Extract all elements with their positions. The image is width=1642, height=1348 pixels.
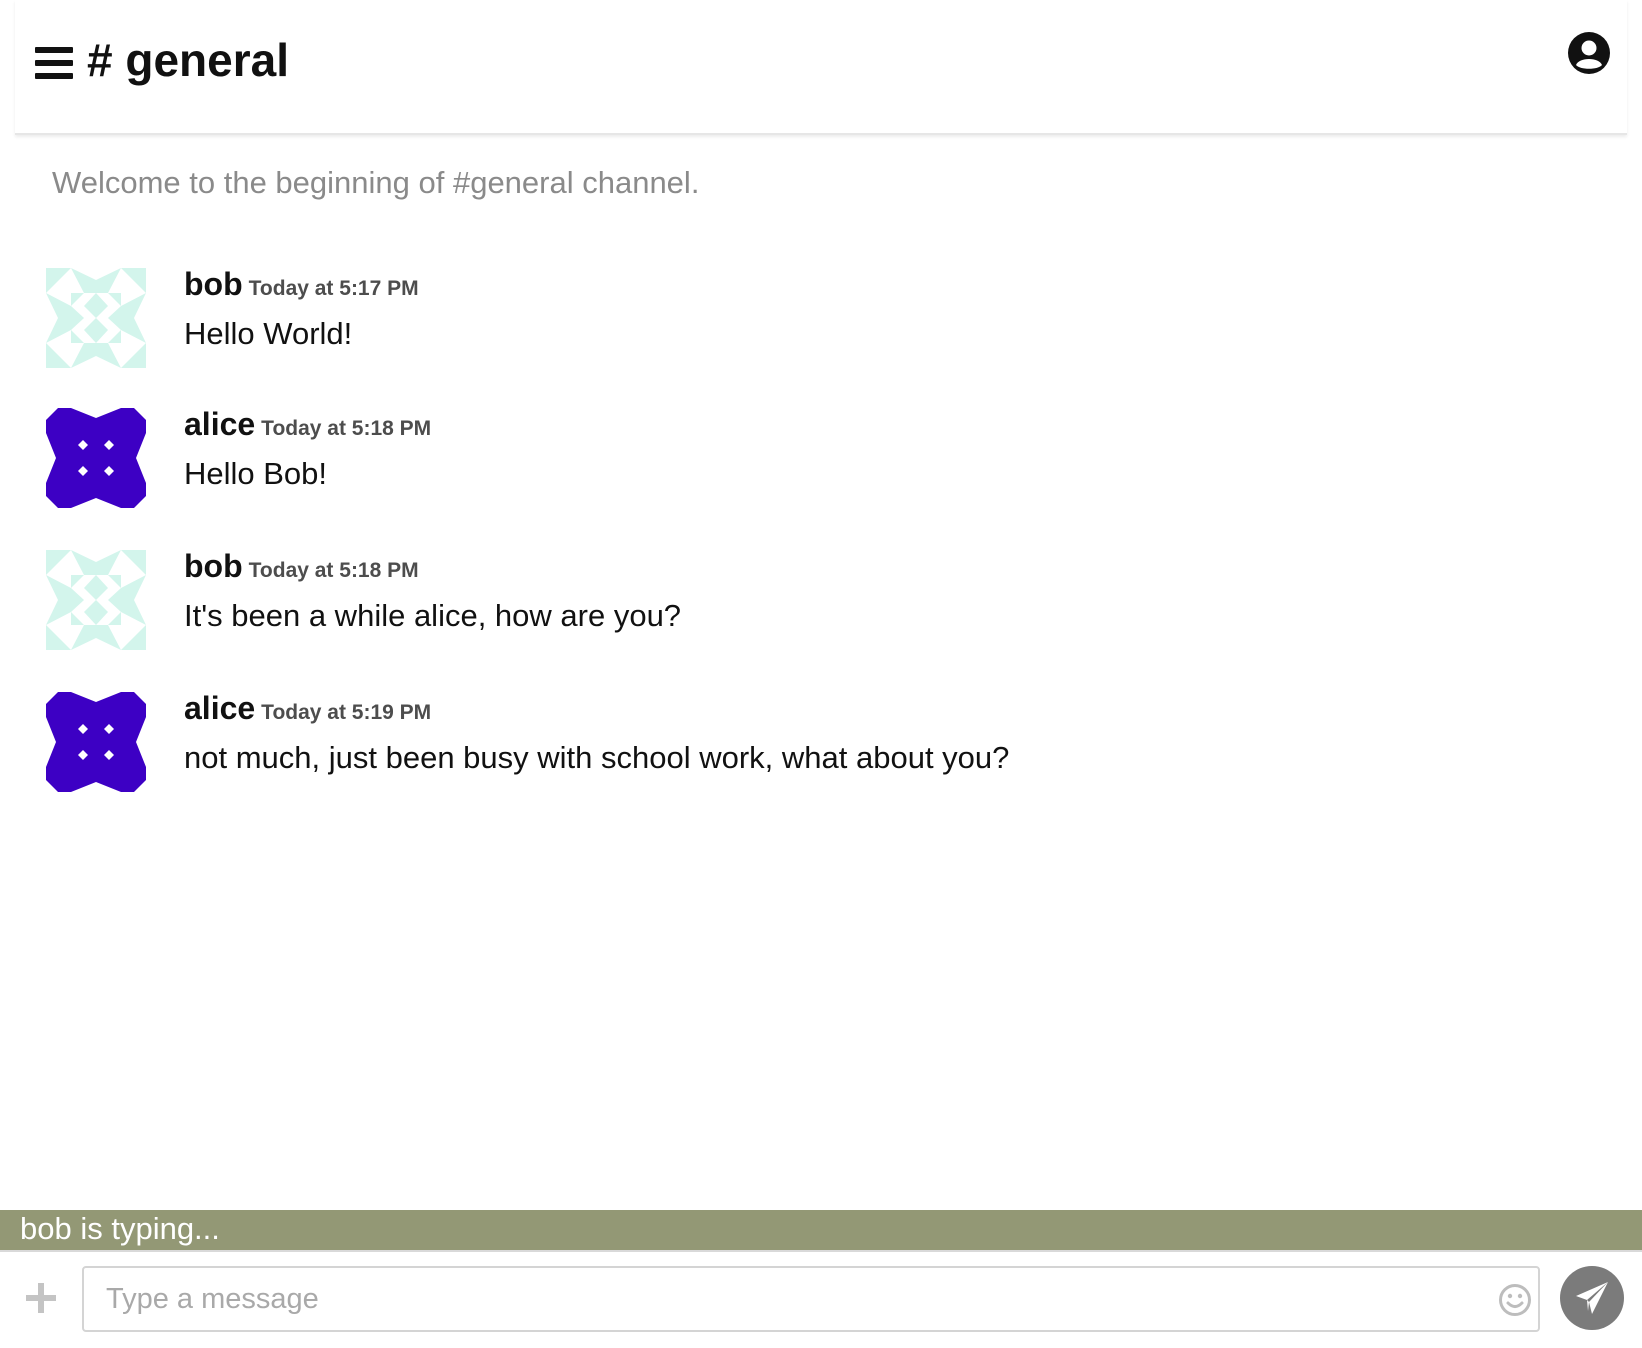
avatar-bob[interactable] — [46, 268, 146, 368]
message-author[interactable]: alice — [184, 690, 255, 726]
paper-plane-icon[interactable] — [1560, 1266, 1624, 1330]
plus-icon-vertical — [38, 1283, 44, 1313]
menu-bar — [35, 47, 73, 53]
message-timestamp: Today at 5:17 PM — [248, 277, 419, 300]
channel-welcome-text: Welcome to the beginning of #general cha… — [52, 165, 700, 200]
menu-bar — [35, 60, 73, 66]
message-item: bob Today at 5:18 PM It's been a while al… — [46, 548, 1546, 652]
typing-indicator-text: bob is typing... — [20, 1211, 220, 1246]
message-author[interactable]: bob — [184, 548, 243, 584]
message-item: alice Today at 5:18 PM Hello Bob! — [46, 406, 1546, 510]
message-header: bob Today at 5:17 PM — [184, 266, 419, 303]
message-timestamp: Today at 5:18 PM — [261, 417, 432, 440]
message-item: bob Today at 5:17 PM Hello World! — [46, 266, 1546, 370]
smiley-icon[interactable] — [1498, 1283, 1532, 1317]
typing-indicator-bar: bob is typing... — [0, 1210, 1642, 1252]
plus-icon[interactable] — [26, 1283, 56, 1313]
avatar-bob[interactable] — [46, 550, 146, 650]
message-text: Hello World! — [184, 316, 353, 351]
message-text: Hello Bob! — [184, 456, 328, 491]
menu-bar — [35, 73, 73, 79]
message-header: bob Today at 5:18 PM — [184, 548, 419, 585]
avatar-alice[interactable] — [46, 408, 146, 508]
message-composer — [82, 1266, 1540, 1332]
message-header: alice Today at 5:19 PM — [184, 690, 431, 727]
message-timestamp: Today at 5:18 PM — [248, 559, 419, 582]
chat-app: # general Welcome to the beginning of #g… — [0, 0, 1642, 1348]
message-header: alice Today at 5:18 PM — [184, 406, 431, 443]
message-text: It's been a while alice, how are you? — [184, 598, 682, 633]
message-text: not much, just been busy with school wor… — [184, 740, 1010, 775]
message-timestamp: Today at 5:19 PM — [261, 701, 432, 724]
message-author[interactable]: bob — [184, 266, 243, 302]
message-author[interactable]: alice — [184, 406, 255, 442]
avatar-alice[interactable] — [46, 692, 146, 792]
message-input[interactable] — [106, 1276, 1446, 1322]
channel-title: # general — [87, 34, 289, 86]
message-item: alice Today at 5:19 PM not much, just bee… — [46, 690, 1546, 794]
user-circle-icon[interactable] — [1568, 32, 1610, 74]
channel-header: # general — [15, 0, 1627, 135]
hamburger-menu-icon[interactable] — [35, 44, 75, 82]
